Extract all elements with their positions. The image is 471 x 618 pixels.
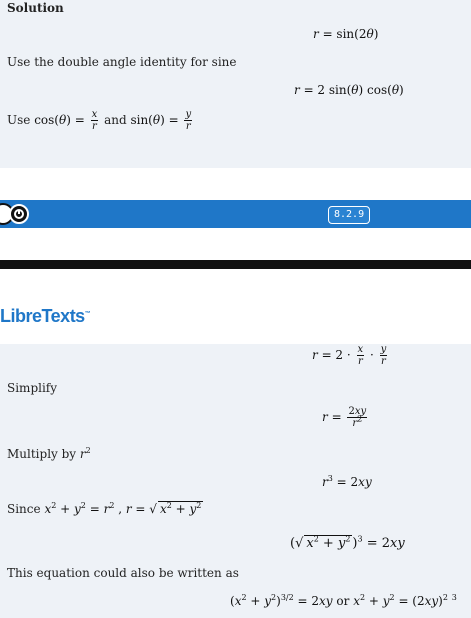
step-and-label: and [104,113,127,127]
equation-r-product: r = 2 · xr · yr [312,344,388,367]
toolbar-bar [0,200,471,228]
spacer-top [0,168,471,200]
fraction-x-over-r: xr [90,109,99,132]
equation-double-angle: r = 2 sin(θ) cos(θ) [294,83,404,97]
step-since-label: Since [7,502,41,516]
spacer-middle [0,228,471,260]
logo-text: LibreTexts [0,306,85,326]
fraction-y-over-r: yr [184,109,193,132]
divider-bar [0,260,471,269]
step-use-label: Use [7,113,35,127]
equation-r-cubed: r3 = 2xy [322,474,372,490]
step-substitution-text: Use cos(θ) = xr and sin(θ) = yr [7,109,193,132]
step-since-text: Since x2 + y2 = r2 , r = √ x2 + y2 [7,501,204,516]
equation-r-sin-2theta: r = sin(2θ) [313,27,379,41]
solution-heading: Solution [7,1,64,15]
cc-by-icon[interactable] [9,204,29,224]
version-badge[interactable]: 8.2.9 [328,206,371,224]
or-word: or [336,594,350,608]
step-double-angle-text: Use the double angle identity for sine [7,55,237,69]
equation-radical-cubed: (√ x2 + y2)3 = 2xy [290,534,405,551]
step-simplify-text: Simplify [7,381,58,395]
logo-trademark: ™ [84,311,91,317]
equation-final: (x2 + y2)3/2 = 2xy or x2 + y2 = (2xy)2 3 [230,593,457,609]
equation-simplified: r = 2xy r2 [322,406,368,429]
step-rewrite-text: This equation could also be written as [7,566,239,580]
step-multiply-text: Multiply by r2 [7,446,91,462]
libretexts-logo[interactable]: LibreTexts™ [0,306,91,327]
